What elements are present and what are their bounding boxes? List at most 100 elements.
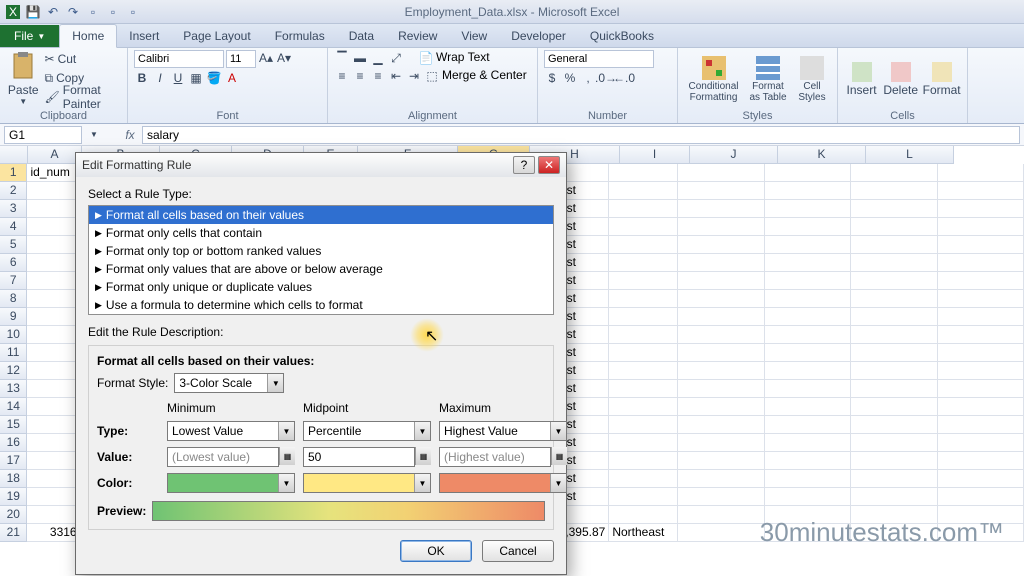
cell[interactable] bbox=[938, 164, 1024, 182]
number-format-combo[interactable]: General bbox=[544, 50, 654, 68]
cell[interactable] bbox=[27, 488, 80, 506]
cell[interactable] bbox=[851, 434, 937, 452]
cell[interactable] bbox=[678, 380, 764, 398]
format-cells-button[interactable]: Format bbox=[922, 50, 961, 108]
cell[interactable] bbox=[609, 182, 678, 200]
redo-icon[interactable]: ↷ bbox=[64, 3, 82, 21]
cell[interactable] bbox=[678, 164, 764, 182]
cell[interactable] bbox=[609, 290, 678, 308]
row-header[interactable]: 21 bbox=[0, 524, 27, 542]
cell[interactable] bbox=[938, 488, 1024, 506]
align-top-icon[interactable]: ▔ bbox=[334, 50, 350, 66]
cell[interactable] bbox=[609, 200, 678, 218]
cell[interactable] bbox=[765, 326, 851, 344]
cell[interactable] bbox=[609, 272, 678, 290]
cell[interactable] bbox=[27, 200, 80, 218]
bold-icon[interactable]: B bbox=[134, 70, 150, 86]
underline-icon[interactable]: U bbox=[170, 70, 186, 86]
cell[interactable] bbox=[938, 452, 1024, 470]
rule-type-item[interactable]: ▶Format only top or bottom ranked values bbox=[89, 242, 553, 260]
cell[interactable] bbox=[765, 452, 851, 470]
align-bottom-icon[interactable]: ▁ bbox=[370, 50, 386, 66]
min-type-combo[interactable]: Lowest Value▼ bbox=[167, 421, 295, 441]
comma-icon[interactable]: , bbox=[580, 70, 596, 86]
row-header[interactable]: 11 bbox=[0, 344, 27, 362]
cell[interactable] bbox=[678, 200, 764, 218]
cell[interactable] bbox=[678, 182, 764, 200]
tab-home[interactable]: Home bbox=[59, 24, 117, 48]
cell[interactable] bbox=[678, 308, 764, 326]
undo-icon[interactable]: ↶ bbox=[44, 3, 62, 21]
cell[interactable] bbox=[609, 488, 678, 506]
column-header[interactable]: I bbox=[620, 146, 690, 164]
cell[interactable] bbox=[851, 452, 937, 470]
cell[interactable] bbox=[765, 416, 851, 434]
cell[interactable] bbox=[678, 524, 764, 542]
save-icon[interactable]: 💾 bbox=[24, 3, 42, 21]
cell[interactable] bbox=[678, 254, 764, 272]
inc-decimal-icon[interactable]: .0→ bbox=[598, 70, 614, 86]
cell[interactable] bbox=[851, 470, 937, 488]
cell[interactable] bbox=[765, 290, 851, 308]
cell[interactable] bbox=[609, 452, 678, 470]
mid-color-combo[interactable]: ▼ bbox=[303, 473, 431, 493]
ok-button[interactable]: OK bbox=[400, 540, 472, 562]
cell[interactable] bbox=[609, 236, 678, 254]
cell[interactable] bbox=[938, 326, 1024, 344]
cell[interactable] bbox=[938, 470, 1024, 488]
insert-cells-button[interactable]: Insert bbox=[844, 50, 879, 108]
cell[interactable] bbox=[27, 218, 80, 236]
cell[interactable] bbox=[938, 272, 1024, 290]
cell[interactable] bbox=[27, 326, 80, 344]
cell[interactable] bbox=[765, 470, 851, 488]
align-middle-icon[interactable]: ▬ bbox=[352, 50, 368, 66]
dec-decimal-icon[interactable]: ←.0 bbox=[616, 70, 632, 86]
cell[interactable] bbox=[938, 218, 1024, 236]
cell[interactable] bbox=[765, 344, 851, 362]
qat-icon[interactable]: ▫ bbox=[84, 3, 102, 21]
format-style-combo[interactable]: 3-Color Scale▼ bbox=[174, 373, 284, 393]
rule-type-item[interactable]: ▶Use a formula to determine which cells … bbox=[89, 296, 553, 314]
cell[interactable] bbox=[938, 362, 1024, 380]
cell[interactable] bbox=[27, 182, 80, 200]
cell[interactable] bbox=[27, 344, 80, 362]
cell[interactable] bbox=[765, 434, 851, 452]
cell[interactable] bbox=[27, 470, 80, 488]
cell[interactable] bbox=[765, 254, 851, 272]
paste-button[interactable]: Paste▼ bbox=[6, 50, 41, 108]
cell[interactable] bbox=[678, 506, 764, 524]
wrap-text-icon[interactable]: 📄 bbox=[418, 50, 434, 66]
formula-input[interactable]: salary bbox=[142, 126, 1020, 144]
column-header[interactable]: J bbox=[690, 146, 778, 164]
row-header[interactable]: 7 bbox=[0, 272, 27, 290]
cell[interactable] bbox=[678, 344, 764, 362]
tab-insert[interactable]: Insert bbox=[117, 25, 171, 47]
cell[interactable] bbox=[938, 200, 1024, 218]
cell[interactable] bbox=[765, 218, 851, 236]
cell[interactable] bbox=[27, 416, 80, 434]
cell[interactable] bbox=[678, 290, 764, 308]
cell[interactable] bbox=[609, 164, 678, 182]
refedit-icon[interactable]: ▦ bbox=[551, 447, 567, 465]
indent-inc-icon[interactable]: ⇥ bbox=[406, 68, 422, 84]
cell[interactable] bbox=[938, 344, 1024, 362]
cell[interactable]: Northeast bbox=[609, 524, 678, 542]
help-button[interactable]: ? bbox=[513, 156, 535, 174]
cell[interactable] bbox=[678, 218, 764, 236]
cell[interactable] bbox=[851, 308, 937, 326]
cell[interactable] bbox=[765, 380, 851, 398]
cell[interactable] bbox=[27, 434, 80, 452]
cell[interactable] bbox=[851, 416, 937, 434]
refedit-icon[interactable]: ▦ bbox=[279, 447, 295, 465]
cell[interactable] bbox=[678, 488, 764, 506]
cell[interactable] bbox=[609, 362, 678, 380]
cell[interactable] bbox=[938, 380, 1024, 398]
row-header[interactable]: 8 bbox=[0, 290, 27, 308]
row-header[interactable]: 1 bbox=[0, 164, 27, 182]
row-header[interactable]: 4 bbox=[0, 218, 27, 236]
cell[interactable] bbox=[609, 470, 678, 488]
qat-icon[interactable]: ▫ bbox=[124, 3, 142, 21]
cancel-button[interactable]: Cancel bbox=[482, 540, 554, 562]
cell[interactable] bbox=[678, 362, 764, 380]
shrink-font-icon[interactable]: A▾ bbox=[276, 50, 292, 66]
